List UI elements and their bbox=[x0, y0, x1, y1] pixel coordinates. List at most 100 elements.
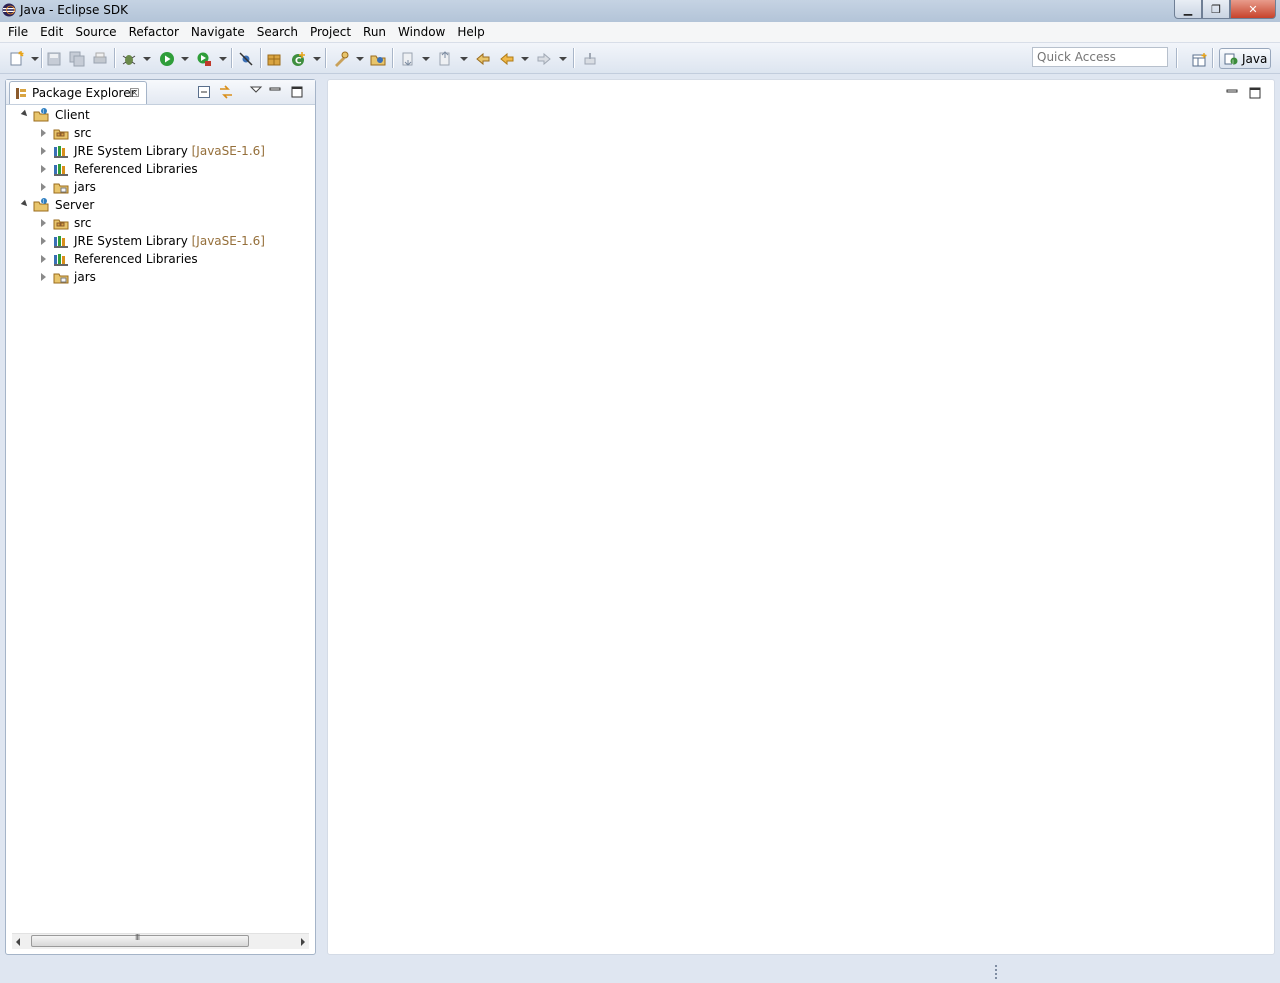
save-icon[interactable] bbox=[46, 51, 62, 67]
horizontal-scrollbar[interactable]: III bbox=[12, 933, 309, 949]
svg-text:J: J bbox=[42, 109, 44, 115]
toolbar-separator bbox=[231, 48, 233, 68]
menu-source[interactable]: Source bbox=[69, 22, 122, 42]
window-title: Java - Eclipse SDK bbox=[20, 3, 128, 17]
tree-item-server-src[interactable]: src bbox=[6, 214, 315, 232]
open-type-dropdown-icon[interactable] bbox=[356, 57, 364, 61]
library-decoration: [JavaSE-1.6] bbox=[191, 234, 265, 248]
menu-window[interactable]: Window bbox=[392, 22, 451, 42]
previous-annotation-dropdown-icon[interactable] bbox=[460, 57, 468, 61]
external-tools-icon[interactable] bbox=[196, 51, 212, 67]
tree-item-client-referenced-libraries[interactable]: Referenced Libraries bbox=[6, 160, 315, 178]
minimize-button[interactable]: ▁ bbox=[1174, 0, 1202, 19]
toolbar-separator bbox=[260, 48, 262, 68]
perspective-label: Java bbox=[1242, 52, 1268, 66]
eclipse-logo-icon bbox=[2, 3, 16, 17]
tree-item-label: Client bbox=[55, 108, 90, 122]
open-task-icon[interactable] bbox=[370, 51, 386, 67]
tree-item-server-referenced-libraries[interactable]: Referenced Libraries bbox=[6, 250, 315, 268]
new-file-icon[interactable] bbox=[9, 51, 25, 67]
toolbar-separator bbox=[325, 48, 327, 68]
collapsed-twisty-icon[interactable] bbox=[41, 129, 46, 137]
close-button[interactable]: ✕ bbox=[1230, 0, 1276, 19]
new-java-class-icon[interactable]: C bbox=[291, 51, 307, 67]
tree-item-client-src[interactable]: src bbox=[6, 124, 315, 142]
status-bar bbox=[0, 958, 1280, 983]
menu-help[interactable]: Help bbox=[451, 22, 490, 42]
maximize-view-icon[interactable] bbox=[290, 85, 304, 99]
scrollbar-thumb[interactable]: III bbox=[31, 933, 249, 947]
menu-file[interactable]: File bbox=[0, 22, 34, 42]
collapsed-twisty-icon[interactable] bbox=[41, 147, 46, 155]
collapsed-twisty-icon[interactable] bbox=[41, 273, 46, 281]
tree-item-client-jre[interactable]: JRE System Library [JavaSE-1.6] bbox=[6, 142, 315, 160]
link-with-editor-icon[interactable] bbox=[219, 85, 233, 99]
tree-item-client-jars[interactable]: jars bbox=[6, 178, 315, 196]
tree-item-client[interactable]: J Client bbox=[6, 106, 315, 124]
save-all-icon[interactable] bbox=[69, 51, 85, 67]
java-project-icon: J bbox=[33, 108, 49, 122]
pin-editor-icon[interactable] bbox=[582, 51, 598, 67]
collapse-all-icon[interactable] bbox=[197, 85, 211, 99]
menu-edit[interactable]: Edit bbox=[34, 22, 69, 42]
quick-access-input[interactable] bbox=[1032, 47, 1168, 67]
minimize-editor-icon[interactable] bbox=[1226, 86, 1238, 98]
collapsed-twisty-icon[interactable] bbox=[41, 255, 46, 263]
skip-breakpoints-icon[interactable] bbox=[238, 51, 254, 67]
menu-search[interactable]: Search bbox=[251, 22, 304, 42]
open-type-icon[interactable] bbox=[333, 51, 349, 67]
close-icon: ✕ bbox=[1248, 2, 1258, 16]
expanded-twisty-icon[interactable] bbox=[20, 199, 30, 209]
tree-item-server-jre[interactable]: JRE System Library [JavaSE-1.6] bbox=[6, 232, 315, 250]
close-view-icon[interactable]: ☒ bbox=[129, 86, 140, 100]
forward-dropdown-icon[interactable] bbox=[559, 57, 567, 61]
back-dropdown-icon[interactable] bbox=[521, 57, 529, 61]
java-perspective-button[interactable]: J Java bbox=[1219, 48, 1271, 69]
tree-item-server-jars[interactable]: jars bbox=[6, 268, 315, 286]
menu-project[interactable]: Project bbox=[304, 22, 357, 42]
next-annotation-icon[interactable] bbox=[400, 51, 416, 67]
toolbar-separator bbox=[573, 48, 575, 68]
tab-package-explorer[interactable]: Package Explorer ☒ bbox=[9, 81, 147, 104]
folder-icon bbox=[53, 273, 69, 284]
menu-navigate[interactable]: Navigate bbox=[185, 22, 251, 42]
new-dropdown-icon[interactable] bbox=[31, 57, 39, 61]
open-perspective-icon[interactable] bbox=[1192, 52, 1208, 68]
minimize-view-icon[interactable] bbox=[268, 83, 282, 97]
run-icon[interactable] bbox=[159, 51, 175, 67]
maximize-button[interactable]: ❐ bbox=[1202, 0, 1230, 19]
collapsed-twisty-icon[interactable] bbox=[41, 219, 46, 227]
menu-run[interactable]: Run bbox=[357, 22, 392, 42]
folder-icon bbox=[53, 183, 69, 194]
minimize-icon: ▁ bbox=[1183, 2, 1193, 16]
previous-annotation-icon[interactable] bbox=[437, 51, 453, 67]
forward-icon[interactable] bbox=[536, 51, 552, 67]
editor-area[interactable] bbox=[327, 79, 1275, 955]
collapsed-twisty-icon[interactable] bbox=[41, 183, 46, 191]
maximize-editor-icon[interactable] bbox=[1249, 87, 1261, 99]
external-tools-dropdown-icon[interactable] bbox=[219, 57, 227, 61]
expanded-twisty-icon[interactable] bbox=[20, 109, 30, 119]
view-menu-icon[interactable] bbox=[249, 83, 263, 97]
collapsed-twisty-icon[interactable] bbox=[41, 165, 46, 173]
menu-refactor[interactable]: Refactor bbox=[123, 22, 185, 42]
tree-item-server[interactable]: J Server bbox=[6, 196, 315, 214]
debug-dropdown-icon[interactable] bbox=[143, 57, 151, 61]
next-annotation-dropdown-icon[interactable] bbox=[422, 57, 430, 61]
collapsed-twisty-icon[interactable] bbox=[41, 237, 46, 245]
back-icon[interactable] bbox=[499, 51, 515, 67]
new-java-package-icon[interactable] bbox=[266, 51, 282, 67]
last-edit-location-icon[interactable] bbox=[475, 51, 491, 67]
scroll-right-arrow-icon[interactable] bbox=[301, 938, 305, 946]
tree-item-label: Referenced Libraries bbox=[74, 252, 198, 266]
tree-item-label: src bbox=[74, 216, 92, 230]
library-name: JRE System Library bbox=[74, 144, 188, 158]
status-bar-grip[interactable] bbox=[995, 965, 997, 981]
library-decoration: [JavaSE-1.6] bbox=[191, 144, 265, 158]
tree-item-label: Server bbox=[55, 198, 95, 212]
run-dropdown-icon[interactable] bbox=[181, 57, 189, 61]
scroll-left-arrow-icon[interactable] bbox=[16, 938, 20, 946]
print-icon[interactable] bbox=[92, 51, 108, 67]
debug-icon[interactable] bbox=[121, 51, 137, 67]
new-class-dropdown-icon[interactable] bbox=[313, 57, 321, 61]
